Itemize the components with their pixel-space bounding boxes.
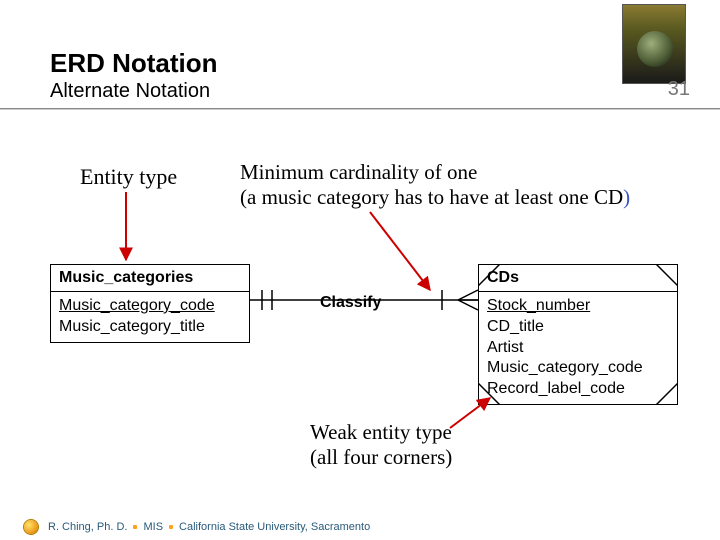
weak-corner-icon (478, 381, 502, 405)
decorative-thumbnail (622, 4, 686, 84)
label-weak-entity: Weak entity type (all four corners) (310, 420, 452, 470)
footer: R. Ching, Ph. D.MISCalifornia State Univ… (0, 514, 720, 540)
weak-corner-icon (654, 381, 678, 405)
text: (a music category has to have at least o… (240, 185, 700, 210)
entity-cds: CDs Stock_number CD_title Artist Music_c… (478, 264, 678, 405)
relationship-label: Classify (320, 294, 381, 312)
slide: ERD Notation Alternate Notation 31 Entit… (0, 0, 720, 540)
divider (0, 109, 720, 110)
csus-logo-icon (24, 520, 38, 534)
page-number: 31 (668, 78, 690, 101)
label-min-cardinality: Minimum cardinality of one (a music cate… (240, 160, 700, 210)
slide-subtitle: Alternate Notation (50, 80, 210, 103)
entity-header: CDs (479, 265, 677, 292)
text: Minimum cardinality of one (240, 160, 700, 185)
entity-header: Music_categories (51, 265, 249, 292)
slide-title: ERD Notation (50, 48, 218, 79)
entity-music-categories: Music_categories Music_category_code Mus… (50, 264, 250, 343)
entity-attributes: Stock_number CD_title Artist Music_categ… (479, 292, 677, 404)
weak-corner-icon (654, 264, 678, 288)
footer-text: R. Ching, Ph. D.MISCalifornia State Univ… (48, 521, 370, 533)
label-entity-type: Entity type (80, 164, 177, 190)
entity-attributes: Music_category_code Music_category_title (51, 292, 249, 342)
weak-corner-icon (478, 264, 502, 288)
